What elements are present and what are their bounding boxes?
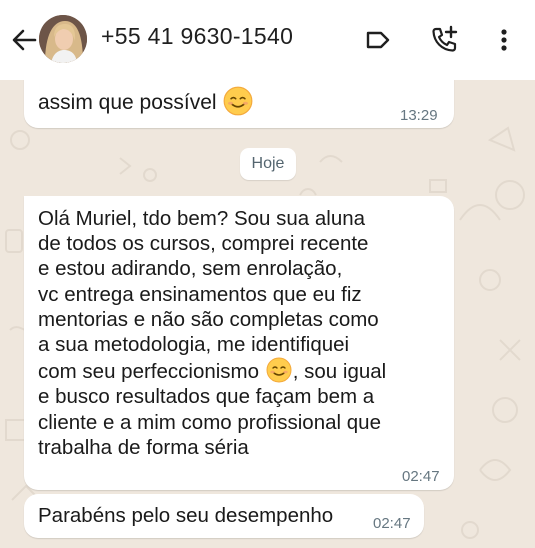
more-vert-icon[interactable] [488, 24, 520, 56]
message-text: assim que possível [38, 86, 254, 116]
back-arrow-icon[interactable] [8, 24, 40, 56]
label-icon[interactable] [362, 24, 394, 56]
message-text: Parabéns pelo seu desempenho [38, 504, 334, 527]
chat-header: +55 41 9630-1540 [0, 0, 535, 80]
smiling-face-emoji [224, 86, 253, 116]
contact-name[interactable]: +55 41 9630-1540 [101, 23, 293, 50]
message-text: Olá Muriel, tdo bem? Sou sua aluna de to… [38, 207, 387, 459]
message-bubble-incoming[interactable]: Parabéns pelo seu desempenho 02:47 [24, 494, 424, 538]
message-time: 02:47 [402, 468, 440, 485]
date-separator: Hoje [240, 148, 296, 180]
avatar[interactable] [39, 15, 87, 63]
message-time: 02:47 [373, 515, 411, 532]
message-time: 13:29 [400, 107, 438, 124]
message-bubble-incoming[interactable]: Olá Muriel, tdo bem? Sou sua aluna de to… [24, 196, 454, 490]
add-call-icon[interactable] [428, 24, 460, 56]
smiling-face-emoji [266, 357, 292, 383]
